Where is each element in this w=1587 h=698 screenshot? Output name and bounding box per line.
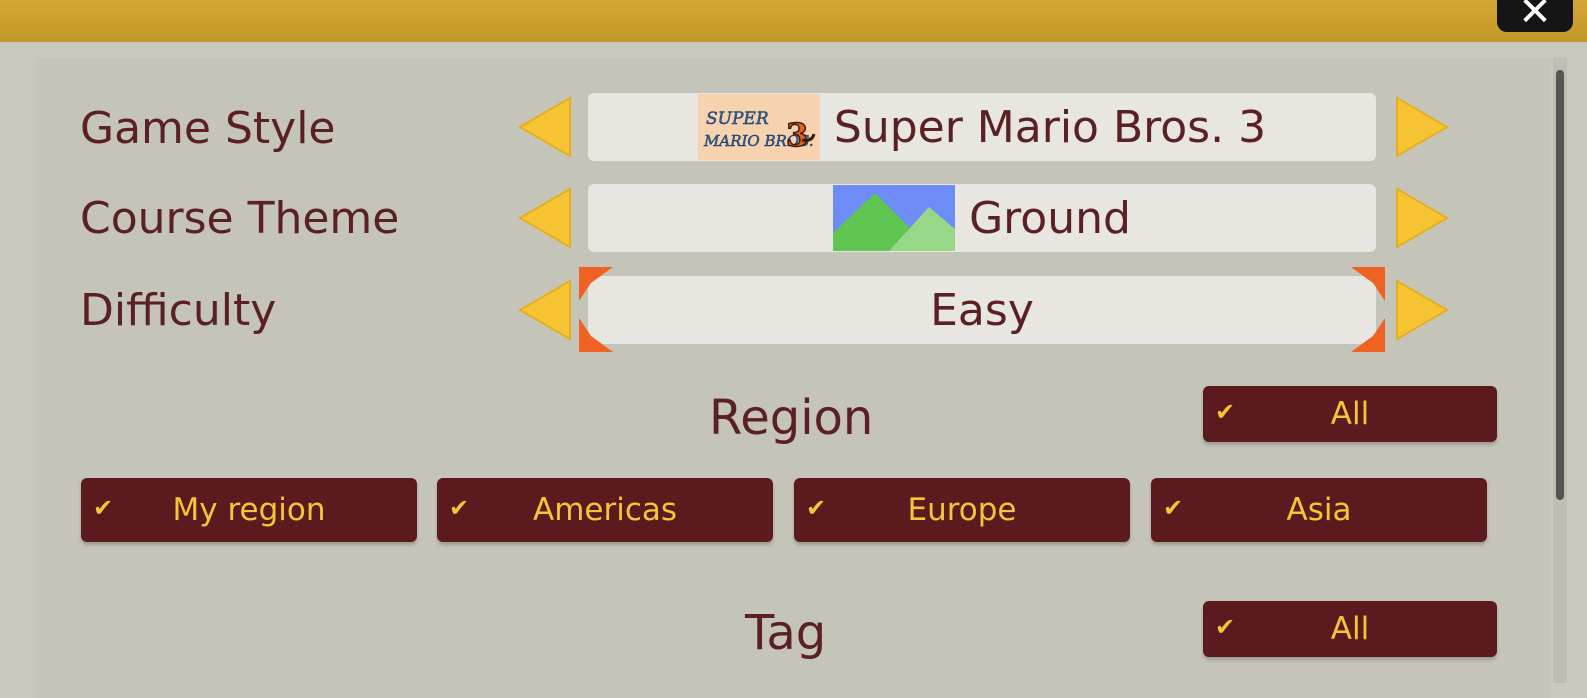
difficulty-value: Easy xyxy=(930,284,1034,336)
selection-corner-icon xyxy=(1351,267,1385,301)
smb3-logo-thumbnail: SUPER MARIO BROS. 3 xyxy=(697,94,820,160)
selection-corner-icon xyxy=(1351,318,1385,352)
close-button[interactable]: ✕ xyxy=(1497,0,1573,32)
scrollbar-thumb[interactable] xyxy=(1556,70,1564,500)
region-my-region-button[interactable]: ✔ My region xyxy=(81,478,417,542)
game-style-selector[interactable]: SUPER MARIO BROS. 3 Super Mario Bros. 3 xyxy=(588,93,1376,161)
course-theme-prev-button[interactable] xyxy=(518,187,574,249)
tag-all-button[interactable]: ✔ All xyxy=(1203,601,1497,657)
selection-corner-icon xyxy=(579,318,613,352)
check-icon: ✔ xyxy=(1215,398,1236,426)
triangle-left-icon xyxy=(518,187,571,249)
triangle-right-icon xyxy=(1396,187,1449,249)
region-option-label: My region xyxy=(172,492,326,528)
region-option-label: Asia xyxy=(1286,492,1352,528)
triangle-left-icon xyxy=(518,96,571,158)
course-theme-selector[interactable]: Ground xyxy=(588,184,1376,252)
region-all-label: All xyxy=(1330,396,1370,432)
header-bar xyxy=(0,0,1587,42)
difficulty-prev-button[interactable] xyxy=(518,279,574,341)
triangle-right-icon xyxy=(1396,279,1449,341)
region-option-label: Europe xyxy=(907,492,1017,528)
triangle-left-icon xyxy=(518,279,571,341)
region-asia-button[interactable]: ✔ Asia xyxy=(1151,478,1487,542)
region-all-button[interactable]: ✔ All xyxy=(1203,386,1497,442)
check-icon: ✔ xyxy=(1215,613,1236,641)
difficulty-label: Difficulty xyxy=(80,285,277,336)
check-icon: ✔ xyxy=(93,494,114,522)
tag-title: Tag xyxy=(745,605,827,661)
tag-all-label: All xyxy=(1330,611,1370,647)
triangle-right-icon xyxy=(1396,96,1449,158)
check-icon: ✔ xyxy=(1163,494,1184,522)
difficulty-next-button[interactable] xyxy=(1393,279,1449,341)
check-icon: ✔ xyxy=(806,494,827,522)
check-icon: ✔ xyxy=(449,494,470,522)
close-icon: ✕ xyxy=(1518,0,1552,35)
game-style-value: Super Mario Bros. 3 xyxy=(833,101,1267,153)
difficulty-selector[interactable]: Easy xyxy=(588,276,1376,344)
ground-theme-thumbnail xyxy=(833,185,956,251)
region-title: Region xyxy=(709,390,874,446)
course-theme-next-button[interactable] xyxy=(1393,187,1449,249)
region-americas-button[interactable]: ✔ Americas xyxy=(437,478,773,542)
course-theme-label: Course Theme xyxy=(80,193,400,244)
svg-text:SUPER: SUPER xyxy=(706,109,769,129)
svg-text:3: 3 xyxy=(786,116,808,154)
game-style-next-button[interactable] xyxy=(1393,96,1449,158)
region-europe-button[interactable]: ✔ Europe xyxy=(794,478,1130,542)
game-style-label: Game Style xyxy=(80,103,336,154)
course-theme-value: Ground xyxy=(969,192,1131,244)
game-style-prev-button[interactable] xyxy=(518,96,574,158)
region-option-label: Americas xyxy=(532,492,678,528)
selection-corner-icon xyxy=(579,267,613,301)
